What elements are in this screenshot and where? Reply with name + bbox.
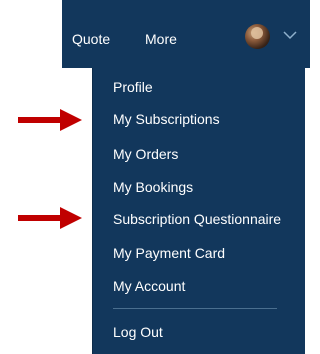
menu-item-my-orders[interactable]: My Orders — [113, 145, 178, 163]
menu-divider — [113, 308, 277, 309]
chevron-down-icon[interactable] — [281, 28, 299, 42]
menu-item-my-bookings[interactable]: My Bookings — [113, 178, 193, 196]
avatar[interactable] — [245, 24, 270, 49]
menu-item-profile[interactable]: Profile — [113, 78, 153, 96]
nav-link-more[interactable]: More — [145, 30, 177, 48]
menu-item-my-payment-card[interactable]: My Payment Card — [113, 244, 225, 262]
red-arrow-icon — [18, 207, 82, 229]
menu-item-subscription-questionnaire[interactable]: Subscription Questionnaire — [113, 210, 281, 228]
nav-link-quote[interactable]: Quote — [72, 30, 110, 48]
menu-item-my-account[interactable]: My Account — [113, 277, 185, 295]
account-dropdown-menu: Profile My Subscriptions My Orders My Bo… — [92, 68, 305, 354]
menu-item-log-out[interactable]: Log Out — [113, 323, 163, 341]
menu-item-my-subscriptions[interactable]: My Subscriptions — [113, 110, 220, 128]
red-arrow-icon — [18, 109, 82, 131]
top-navigation-bar: Quote More — [62, 0, 310, 68]
